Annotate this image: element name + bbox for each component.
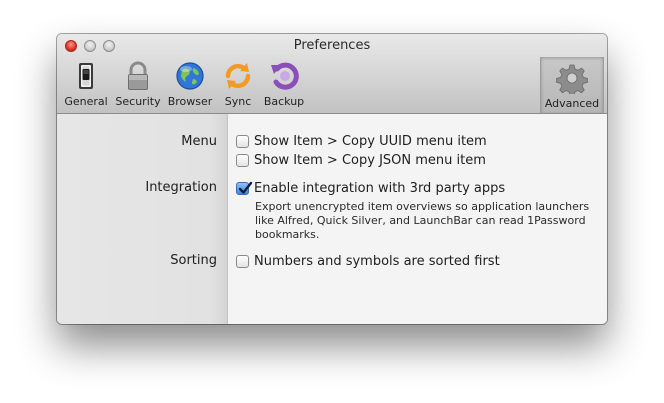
section-label-integration: Integration (145, 180, 217, 195)
window-title: Preferences (293, 38, 371, 53)
enable-integration-checkbox[interactable] (236, 181, 253, 195)
sort-numbers-first-label: Numbers and symbols are sorted first (254, 253, 500, 269)
toolbar-label: Advanced (544, 97, 600, 110)
toolbar-label: Backup (263, 95, 305, 108)
toolbar-item-sync[interactable]: Sync (212, 60, 264, 110)
toolbar-item-backup[interactable]: Backup (258, 60, 310, 110)
toolbar-item-security[interactable]: Security (112, 60, 164, 110)
toolbar-label: Browser (167, 95, 213, 108)
switch-icon (79, 63, 93, 89)
toolbar-item-browser[interactable]: Browser (164, 60, 216, 110)
toolbar-label: Security (115, 95, 161, 108)
copy-uuid-checkbox[interactable] (236, 134, 249, 148)
copy-json-label: Show Item > Copy JSON menu item (254, 152, 486, 168)
padlock-icon (128, 61, 148, 90)
integration-description: Export unencrypted item overviews so app… (255, 200, 590, 241)
gear-icon (556, 64, 588, 94)
sort-numbers-first-checkbox[interactable] (236, 254, 249, 268)
toolbar: Preferences General Security Browser Syn… (57, 34, 607, 114)
enable-integration-label: Enable integration with 3rd party apps (254, 180, 506, 196)
copy-json-option[interactable]: Show Item > Copy JSON menu item (236, 152, 486, 168)
toolbar-item-advanced[interactable]: Advanced (540, 57, 604, 113)
checkmark-icon (238, 181, 253, 194)
toolbar-label: General (64, 95, 108, 108)
copy-json-checkbox[interactable] (236, 153, 249, 167)
copy-uuid-option[interactable]: Show Item > Copy UUID menu item (236, 133, 487, 149)
enable-integration-option[interactable]: Enable integration with 3rd party apps (236, 180, 505, 196)
globe-icon (176, 62, 204, 90)
preferences-window: Preferences General Security Browser Syn… (57, 34, 607, 324)
section-label-sorting: Sorting (170, 253, 217, 268)
backup-arrow-icon (271, 62, 299, 90)
section-label-menu: Menu (181, 134, 217, 149)
toolbar-label: Sync (224, 95, 252, 108)
sort-numbers-first-option[interactable]: Numbers and symbols are sorted first (236, 253, 500, 269)
sync-arrows-icon (225, 63, 251, 89)
copy-uuid-label: Show Item > Copy UUID menu item (254, 133, 487, 149)
toolbar-item-general[interactable]: General (60, 60, 112, 110)
